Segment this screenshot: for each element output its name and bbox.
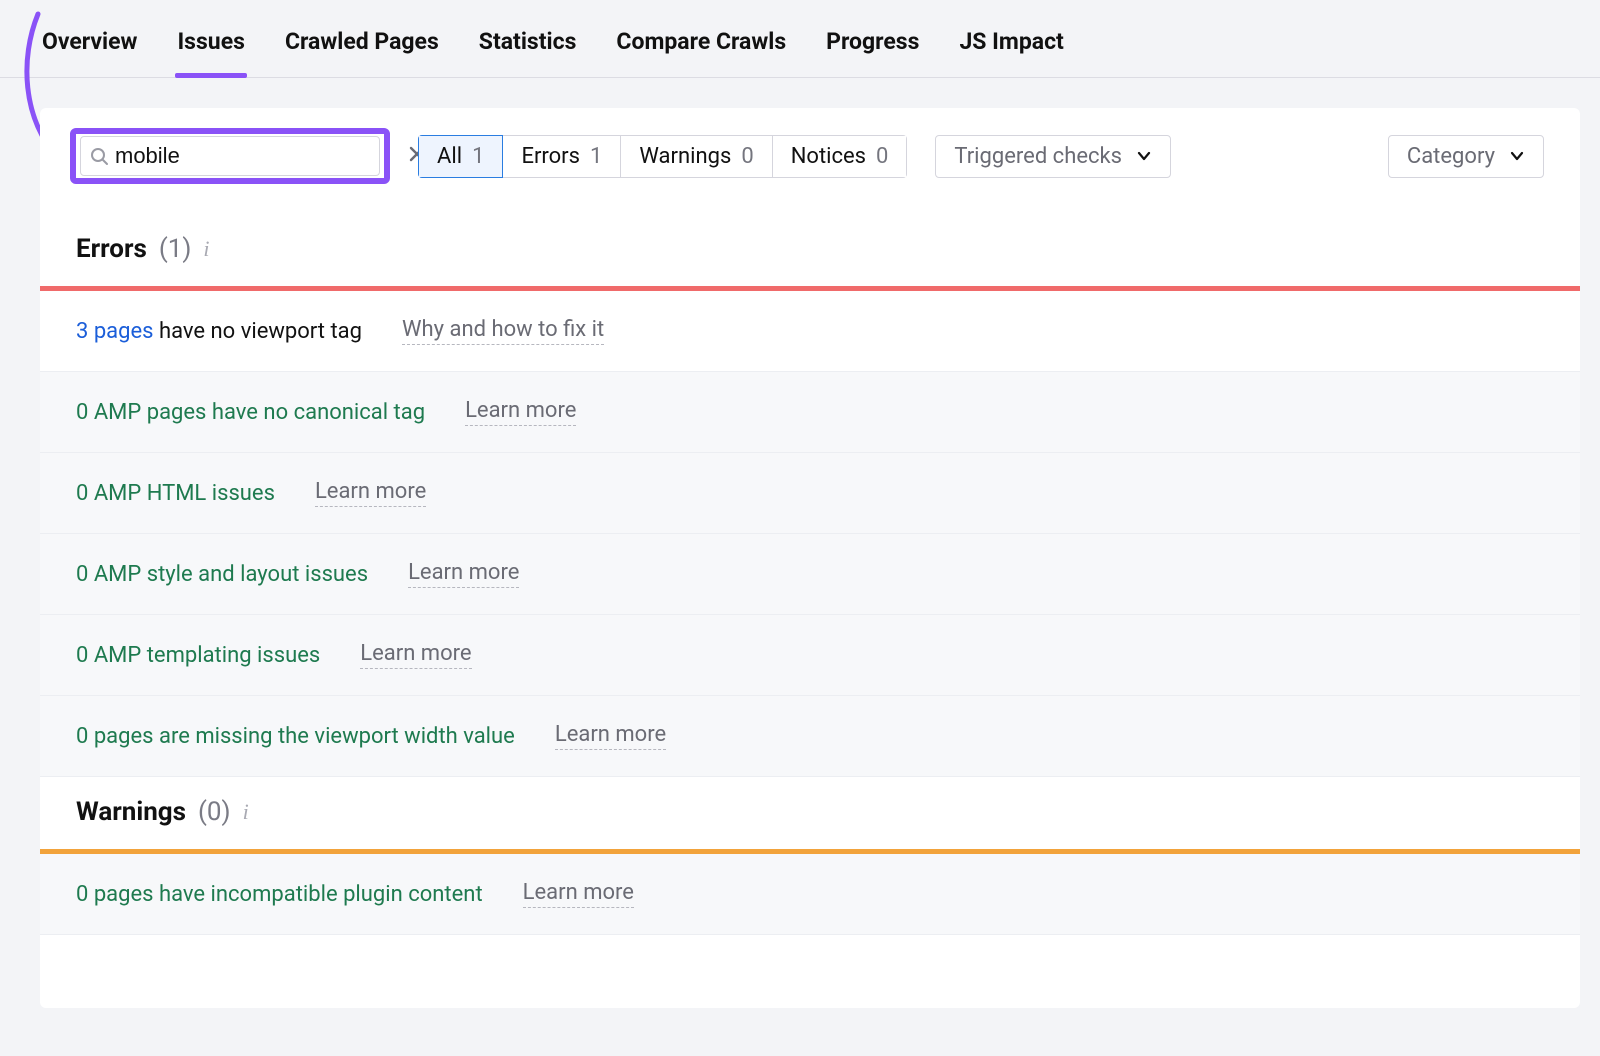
issue-row: 0 pages are missing the viewport width v… [40, 696, 1580, 777]
segment-count: 1 [472, 144, 484, 169]
search-box[interactable] [80, 136, 380, 176]
chevron-down-icon [1509, 148, 1525, 164]
issue-text: 0 AMP pages have no canonical tag [76, 400, 425, 425]
issue-row: 0 AMP pages have no canonical tag Learn … [40, 372, 1580, 453]
segment-count: 1 [590, 144, 602, 169]
issues-card: All 1 Errors 1 Warnings 0 Notices 0 [40, 108, 1580, 1008]
segment-count: 0 [741, 144, 753, 169]
issue-text: 3 pages have no viewport tag [76, 319, 362, 344]
section-title: Warnings [76, 797, 186, 827]
errors-section-header: Errors (1) i [40, 214, 1580, 286]
learn-more-link[interactable]: Learn more [408, 560, 519, 588]
search-input[interactable] [109, 143, 409, 169]
segment-warnings[interactable]: Warnings 0 [621, 135, 772, 178]
annotation-search-highlight [70, 128, 390, 184]
segment-errors[interactable]: Errors 1 [503, 135, 621, 178]
segment-notices[interactable]: Notices 0 [773, 135, 908, 178]
nav-tabs: Overview Issues Crawled Pages Statistics… [0, 0, 1600, 78]
segment-label: Notices [791, 144, 866, 169]
issue-text: 0 pages have incompatible plugin content [76, 882, 483, 907]
tab-progress[interactable]: Progress [824, 18, 921, 77]
warnings-section-header: Warnings (0) i [40, 777, 1580, 849]
dropdown-label: Category [1407, 144, 1495, 169]
issue-text: 0 AMP templating issues [76, 643, 320, 668]
triggered-checks-dropdown[interactable]: Triggered checks [935, 135, 1171, 178]
learn-more-link[interactable]: Learn more [523, 880, 634, 908]
filter-segments: All 1 Errors 1 Warnings 0 Notices 0 [418, 135, 907, 178]
segment-label: Errors [521, 144, 580, 169]
info-icon[interactable]: i [243, 799, 249, 825]
issue-text: 0 AMP style and layout issues [76, 562, 368, 587]
tab-crawled-pages[interactable]: Crawled Pages [283, 18, 441, 77]
info-icon[interactable]: i [203, 236, 209, 262]
section-count: (1) [159, 234, 192, 264]
segment-label: Warnings [639, 144, 731, 169]
tab-issues[interactable]: Issues [175, 18, 246, 77]
issue-row: 0 AMP templating issues Learn more [40, 615, 1580, 696]
search-icon [89, 146, 109, 166]
fix-it-link[interactable]: Why and how to fix it [402, 317, 604, 345]
issue-desc: have no viewport tag [154, 319, 362, 344]
issue-row: 0 pages have incompatible plugin content… [40, 854, 1580, 935]
segment-all[interactable]: All 1 [418, 135, 503, 178]
issue-row: 0 AMP HTML issues Learn more [40, 453, 1580, 534]
learn-more-link[interactable]: Learn more [555, 722, 666, 750]
issues-toolbar: All 1 Errors 1 Warnings 0 Notices 0 [40, 108, 1580, 214]
learn-more-link[interactable]: Learn more [465, 398, 576, 426]
issue-row: 0 AMP style and layout issues Learn more [40, 534, 1580, 615]
tab-js-impact[interactable]: JS Impact [957, 18, 1065, 77]
segment-label: All [437, 144, 462, 169]
tab-statistics[interactable]: Statistics [477, 18, 579, 77]
tab-overview[interactable]: Overview [40, 18, 139, 77]
section-title: Errors [76, 234, 147, 264]
pages-link[interactable]: 3 pages [76, 319, 154, 344]
category-dropdown[interactable]: Category [1388, 135, 1544, 178]
issue-text: 0 AMP HTML issues [76, 481, 275, 506]
chevron-down-icon [1136, 148, 1152, 164]
learn-more-link[interactable]: Learn more [360, 641, 471, 669]
issue-text: 0 pages are missing the viewport width v… [76, 724, 515, 749]
dropdown-label: Triggered checks [954, 144, 1122, 169]
section-count: (0) [198, 797, 231, 827]
tab-compare-crawls[interactable]: Compare Crawls [614, 18, 788, 77]
learn-more-link[interactable]: Learn more [315, 479, 426, 507]
segment-count: 0 [876, 144, 888, 169]
issue-row: 3 pages have no viewport tag Why and how… [40, 291, 1580, 372]
